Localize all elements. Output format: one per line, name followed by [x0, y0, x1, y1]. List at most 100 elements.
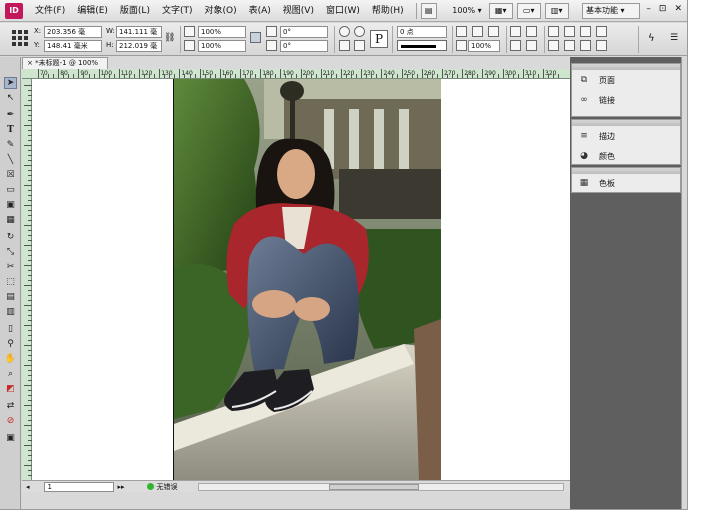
panel-dock-edge[interactable]	[681, 57, 687, 509]
document-tab[interactable]: × *未标题-1 @ 100%	[22, 57, 108, 69]
align-right-icon[interactable]	[580, 26, 591, 37]
screen-mode-button[interactable]: ▭▾	[516, 2, 541, 19]
menu-file[interactable]: 文件(F)	[29, 0, 71, 22]
x-position-field[interactable]: 203.356 毫	[44, 26, 102, 38]
rotation-angle-field[interactable]: 0°	[280, 26, 328, 38]
table-tool-icon[interactable]: ▦	[4, 214, 17, 226]
bridge-button[interactable]: ▤	[420, 2, 437, 19]
page-number-field[interactable]: 1	[43, 481, 114, 492]
ruler-minor-tick	[63, 74, 65, 78]
select-container-icon[interactable]	[510, 26, 521, 37]
shear-angle-field[interactable]: 0°	[280, 40, 328, 52]
preflight-status-text[interactable]: 无错误	[157, 482, 178, 492]
align-top-icon[interactable]	[596, 26, 607, 37]
gradient-feather-tool-icon[interactable]: ▥	[4, 306, 17, 318]
scale-tool-icon[interactable]: ⤡	[4, 246, 17, 258]
fit-content-icon[interactable]	[456, 26, 467, 37]
stroke-type-dropdown[interactable]	[397, 40, 447, 51]
scissors-tool-icon[interactable]: ✂	[4, 261, 17, 273]
zoom-tool-icon[interactable]: ⌕	[4, 368, 17, 380]
constrain-proportions-icon[interactable]: ⛓	[164, 33, 175, 44]
distribute-horizontal-icon[interactable]	[580, 40, 591, 51]
menu-object[interactable]: 对象(O)	[199, 0, 243, 22]
menu-help[interactable]: 帮助(H)	[366, 0, 410, 22]
minimize-button[interactable]: –	[646, 4, 651, 14]
pencil-tool-icon[interactable]: ✎	[4, 139, 17, 151]
opacity-field[interactable]: 100%	[468, 40, 500, 52]
apply-none-icon[interactable]: ⊘	[4, 415, 17, 427]
button-tool-icon[interactable]: ▣	[4, 199, 17, 211]
align-center-icon[interactable]	[564, 26, 575, 37]
next-page-icon[interactable]: ▸▸	[118, 483, 125, 491]
direct-selection-tool-icon[interactable]: ↖	[4, 92, 17, 104]
fit-frame-icon[interactable]	[472, 26, 483, 37]
type-tool-icon[interactable]: T	[4, 124, 17, 136]
placed-photo[interactable]	[174, 79, 441, 480]
height-field[interactable]: 212.019 毫	[116, 40, 162, 52]
menu-view[interactable]: 视图(V)	[277, 0, 320, 22]
horizontal-ruler[interactable]: 7080901001101201301401501601701801902002…	[22, 69, 570, 79]
y-position-field[interactable]: 148.41 毫米	[44, 40, 102, 52]
rectangle-frame-tool-icon[interactable]: ☒	[4, 169, 17, 181]
eyedropper-tool-icon[interactable]: ⚲	[4, 338, 17, 350]
workspace-switcher[interactable]: 基本功能 ▾	[582, 3, 640, 19]
align-bottom-icon[interactable]	[564, 40, 575, 51]
arrange-documents-button[interactable]: ▥▾	[544, 2, 569, 19]
scale-y-field[interactable]: 100%	[198, 40, 246, 52]
menu-type[interactable]: 文字(T)	[156, 0, 199, 22]
flip-horizontal-icon[interactable]	[339, 40, 350, 51]
align-left-icon[interactable]	[548, 26, 559, 37]
menu-table[interactable]: 表(A)	[243, 0, 277, 22]
ruler-tick	[260, 69, 262, 78]
note-tool-icon[interactable]: ▯	[4, 323, 17, 335]
horizontal-scroll-thumb[interactable]	[328, 483, 419, 490]
menu-layout[interactable]: 版面(L)	[114, 0, 156, 22]
gradient-swatch-tool-icon[interactable]: ▤	[4, 291, 17, 303]
ruler-tick-label: 140	[181, 70, 193, 77]
select-previous-icon[interactable]	[510, 40, 521, 51]
constrain-scale-icon[interactable]	[250, 32, 261, 43]
scale-x-field[interactable]: 100%	[198, 26, 246, 38]
reference-point-icon[interactable]	[12, 30, 28, 46]
screen-mode-icon[interactable]: ▣	[4, 432, 17, 444]
view-options-button[interactable]: ▦▾	[488, 2, 513, 19]
document-tab-close[interactable]: ×	[27, 59, 33, 67]
selection-tool-icon[interactable]: ➤	[4, 77, 17, 89]
line-tool-icon[interactable]: ╲	[4, 154, 17, 166]
align-middle-icon[interactable]	[548, 40, 559, 51]
pasteboard[interactable]	[32, 79, 570, 492]
pen-tool-icon[interactable]: ✒	[4, 109, 17, 121]
zoom-level-value: 100%	[452, 6, 476, 15]
swap-fill-stroke-icon[interactable]: ⇄	[4, 400, 17, 412]
panel-pages[interactable]: ⧉ 页面	[572, 70, 680, 90]
quick-apply-icon[interactable]: ϟ	[648, 33, 659, 44]
control-panel: X: 203.356 毫 Y: 148.41 毫米 W: 141.111 毫 H…	[0, 23, 687, 56]
panel-stroke[interactable]: ≡ 描边	[572, 126, 680, 146]
distribute-vertical-icon[interactable]	[596, 40, 607, 51]
vertical-ruler[interactable]	[22, 79, 32, 492]
fill-stroke-icon[interactable]: ◩	[4, 383, 17, 395]
select-content-icon[interactable]	[526, 26, 537, 37]
menu-window[interactable]: 窗口(W)	[320, 0, 366, 22]
panel-links[interactable]: ∞ 链接	[572, 90, 680, 110]
restore-button[interactable]: ⊡	[659, 4, 667, 14]
select-next-icon[interactable]	[526, 40, 537, 51]
menu-edit[interactable]: 编辑(E)	[71, 0, 114, 22]
center-content-icon[interactable]	[488, 26, 499, 37]
panel-swatches[interactable]: ▦ 色板	[572, 174, 680, 192]
rotate-ccw-icon[interactable]	[354, 26, 365, 37]
rotate-tool-icon[interactable]: ↻	[4, 231, 17, 243]
width-field[interactable]: 141.111 毫	[116, 26, 162, 38]
close-button[interactable]: ✕	[674, 4, 682, 14]
rectangle-tool-icon[interactable]: ▭	[4, 184, 17, 196]
first-page-icon[interactable]: ◂	[26, 483, 30, 491]
panel-menu-icon[interactable]: ☰	[670, 33, 681, 44]
flip-vertical-icon[interactable]	[354, 40, 365, 51]
horizontal-scrollbar[interactable]	[197, 482, 564, 491]
rotate-cw-icon[interactable]	[339, 26, 350, 37]
free-transform-tool-icon[interactable]: ⬚	[4, 276, 17, 288]
hand-tool-icon[interactable]: ✋	[4, 353, 17, 365]
zoom-level[interactable]: 100% ▾	[441, 3, 485, 19]
panel-color[interactable]: ◕ 颜色	[572, 146, 680, 166]
stroke-weight-field[interactable]: 0 点	[397, 26, 447, 38]
